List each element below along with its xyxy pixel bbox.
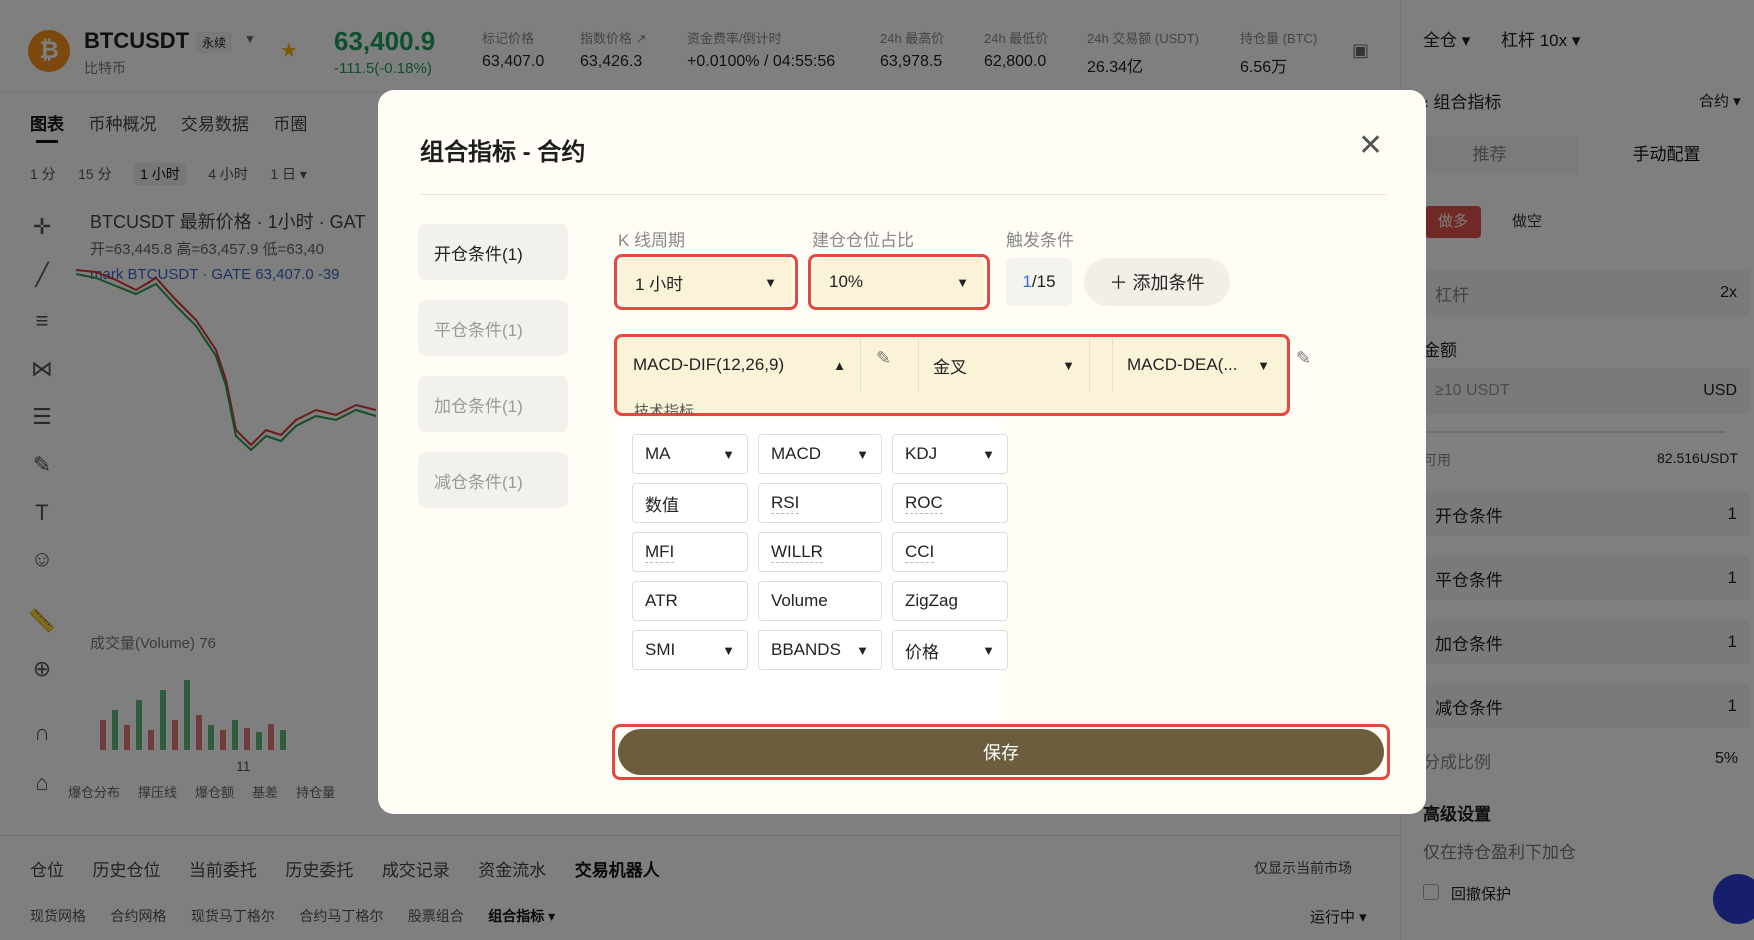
- position-ratio-select[interactable]: 10% ▼: [813, 258, 985, 306]
- dropdown-header: 技术指标: [634, 403, 695, 414]
- indicator-cci[interactable]: CCI: [892, 532, 1008, 572]
- chevron-down-icon: ▼: [982, 642, 995, 658]
- side-tab-close-condition[interactable]: 平仓条件(1): [418, 300, 568, 356]
- modal-divider: [420, 194, 1386, 195]
- indicator-macd[interactable]: MACD ▼: [758, 434, 882, 474]
- indicator-grid: MA ▼ MACD ▼ KDJ ▼ 数值 RSI ROC MFI WILLR CCI …: [632, 434, 1008, 670]
- chevron-down-icon: ▼: [764, 274, 777, 290]
- chevron-down-icon: ▼: [722, 642, 735, 658]
- indicator-roc[interactable]: ROC: [892, 483, 1008, 523]
- combo-indicator-modal: 组合指标 - 合约 ✕ 开仓条件(1) 平仓条件(1) 加仓条件(1) 减仓条件…: [378, 90, 1426, 814]
- chevron-down-icon: ▼: [982, 446, 995, 462]
- indicator-zigzag[interactable]: ZigZag: [892, 581, 1008, 621]
- save-button[interactable]: 保存: [618, 729, 1384, 775]
- condition-operator-select[interactable]: 金叉 ▼: [918, 338, 1090, 392]
- indicator-volume[interactable]: Volume: [758, 581, 882, 621]
- side-tab-reduce-condition[interactable]: 减仓条件(1): [418, 452, 568, 508]
- chevron-down-icon: ▼: [1257, 357, 1270, 373]
- modal-title: 组合指标 - 合约: [420, 139, 586, 166]
- position-ratio-label: 建仓仓位占比: [812, 231, 914, 250]
- indicator-dropdown: MA ▼ MACD ▼ KDJ ▼ 数值 RSI ROC MFI WILLR CCI …: [616, 420, 1008, 726]
- indicator-smi[interactable]: SMI ▼: [632, 630, 748, 670]
- side-tab-open-condition[interactable]: 开仓条件(1): [418, 224, 568, 280]
- kline-period-select[interactable]: 1 小时 ▼: [619, 258, 793, 306]
- chevron-down-icon: ▼: [956, 274, 969, 290]
- chevron-down-icon: ▼: [856, 446, 869, 462]
- indicator-willr[interactable]: WILLR: [758, 532, 882, 572]
- indicator-atr[interactable]: ATR: [632, 581, 748, 621]
- side-tab-add-condition[interactable]: 加仓条件(1): [418, 376, 568, 432]
- indicator-kdj[interactable]: KDJ ▼: [892, 434, 1008, 474]
- trigger-counter: 1/15: [1006, 258, 1072, 306]
- indicator-bbands[interactable]: BBANDS ▼: [758, 630, 882, 670]
- condition-left-indicator-select[interactable]: MACD-DIF(12,26,9) ▲: [619, 338, 861, 392]
- chevron-down-icon: ▼: [856, 642, 869, 658]
- indicator-ma[interactable]: MA ▼: [632, 434, 748, 474]
- close-icon[interactable]: ✕: [1358, 128, 1383, 163]
- edit-left-indicator-icon[interactable]: ✎: [876, 348, 891, 369]
- chevron-down-icon: ▼: [722, 446, 735, 462]
- indicator-rsi[interactable]: RSI: [758, 483, 882, 523]
- trigger-condition-label: 触发条件: [1006, 231, 1074, 250]
- indicator-value[interactable]: 数值: [632, 483, 748, 523]
- condition-right-indicator-select[interactable]: MACD-DEA(... ▼: [1112, 338, 1284, 392]
- kline-period-label: K 线周期: [618, 231, 686, 250]
- add-condition-button[interactable]: ＋ 添加条件: [1084, 258, 1230, 306]
- indicator-mfi[interactable]: MFI: [632, 532, 748, 572]
- indicator-price[interactable]: 价格 ▼: [892, 630, 1008, 670]
- edit-right-indicator-icon[interactable]: ✎: [1296, 348, 1311, 369]
- chevron-down-icon: ▼: [1062, 357, 1075, 373]
- chevron-up-icon: ▲: [833, 357, 846, 373]
